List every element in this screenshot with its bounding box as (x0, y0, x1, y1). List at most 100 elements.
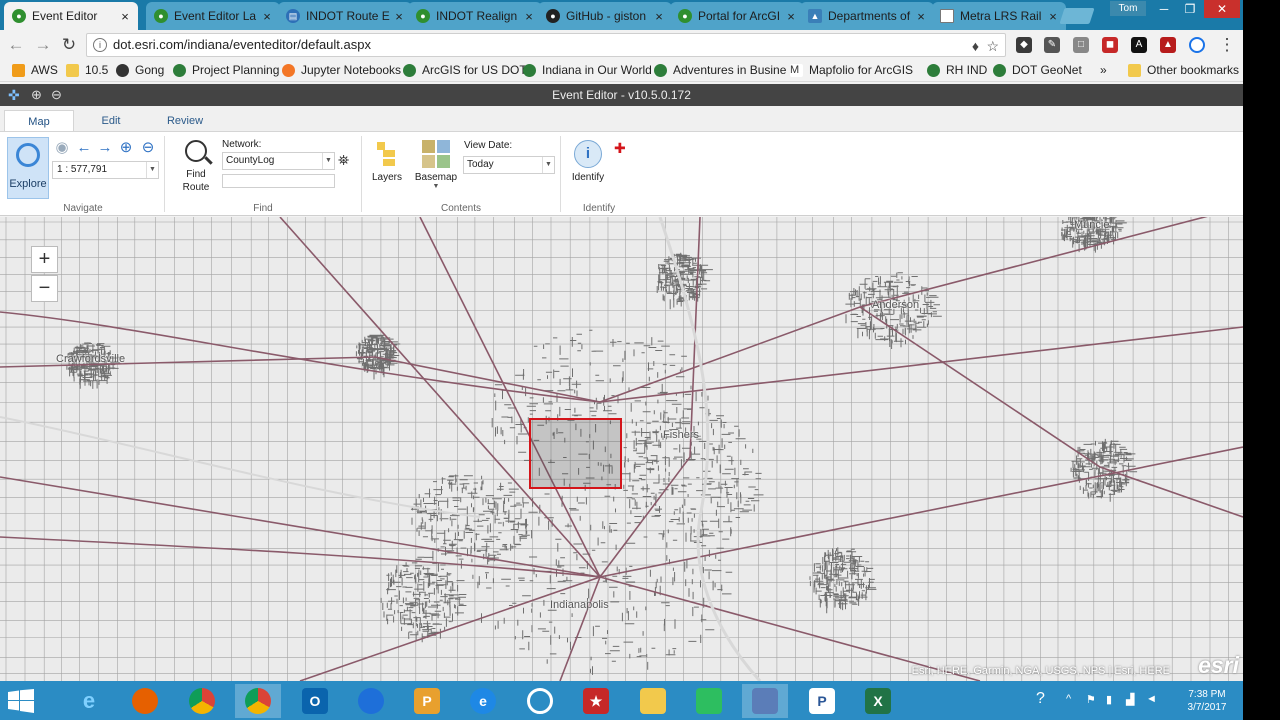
map-view[interactable]: + − Crawfordsville Muncie Anderson Fishe… (0, 217, 1243, 681)
selection-rectangle[interactable] (529, 418, 622, 489)
taskbar-app-pin[interactable]: ★ (573, 684, 619, 718)
tab-metra-lrs[interactable]: Metra LRS Rail × (932, 2, 1066, 30)
taskbar-app-network[interactable] (742, 684, 788, 718)
taskbar-app-search[interactable] (517, 684, 563, 718)
explore-button[interactable]: Explore (7, 137, 49, 199)
taskbar-app-explorer[interactable] (630, 684, 676, 718)
tab-edit[interactable]: Edit (78, 110, 144, 132)
bookmark-dot-geonet[interactable]: DOT GeoNet (993, 63, 1082, 77)
bookmark-gong[interactable]: Gong (116, 63, 164, 77)
tab-close-icon[interactable]: × (522, 9, 536, 24)
flag-icon[interactable]: ⚑ (1086, 693, 1096, 706)
tab-map[interactable]: Map (4, 110, 74, 132)
taskbar-app-publisher[interactable]: P (799, 684, 845, 718)
taskbar-app-ie[interactable]: e (66, 684, 112, 718)
basemap-button[interactable]: Basemap ▼ (413, 140, 459, 190)
zoom-out-icon[interactable]: ⊖ (51, 87, 62, 103)
view-date-select[interactable]: Today ▼ (463, 156, 555, 174)
bookmark-10-5[interactable]: 10.5 (66, 63, 108, 77)
tab-portal[interactable]: ● Portal for ArcGI × (670, 2, 804, 30)
taskbar-app-evernote[interactable] (686, 684, 732, 718)
globe-icon[interactable]: ◉ (54, 140, 70, 156)
tab-indot-realign[interactable]: ● INDOT Realign × (408, 2, 542, 30)
bookmarks-overflow[interactable]: » (1100, 63, 1107, 77)
tab-departments[interactable]: ▲ Departments of × (800, 2, 934, 30)
pdf-icon[interactable]: ▲ (1160, 37, 1176, 53)
profile-button[interactable]: Tom (1110, 1, 1146, 16)
pin-icon[interactable]: ✚ (614, 140, 626, 157)
chevron-down-icon: ▼ (432, 183, 440, 190)
tab-event-editor-la[interactable]: ● Event Editor La × (146, 2, 280, 30)
battery-icon[interactable]: ▮ (1106, 693, 1112, 706)
zoom-out-icon[interactable]: ⊖ (140, 140, 156, 156)
taskbar-app-excel[interactable]: X (855, 684, 901, 718)
bookmark-other[interactable]: Other bookmarks (1128, 63, 1239, 77)
taskbar-app-chrome[interactable] (179, 684, 225, 718)
bookmark-label: Jupyter Notebooks (301, 63, 402, 77)
bookmark-adventures[interactable]: Adventures in Busine (654, 63, 786, 77)
tab-close-icon[interactable]: × (652, 9, 666, 24)
help-icon[interactable]: ? (1036, 690, 1045, 708)
tab-close-icon[interactable]: × (118, 9, 132, 24)
network-signal-icon[interactable]: ▟ (1126, 693, 1134, 706)
bookmark-star-icon[interactable]: ☆ (986, 35, 999, 57)
bookmark-project-planning[interactable]: Project Planning (173, 63, 279, 77)
extension-icon[interactable]: □ (1073, 37, 1089, 53)
tab-review[interactable]: Review (150, 110, 220, 132)
bookmark-aws[interactable]: AWS (12, 63, 58, 77)
tab-event-editor[interactable]: ● Event Editor × (4, 2, 138, 30)
zoom-in-icon[interactable]: ⊕ (118, 140, 134, 156)
eyedropper-icon[interactable]: ✎ (1044, 37, 1060, 53)
maximize-button[interactable]: ❐ (1176, 0, 1204, 18)
tab-close-icon[interactable]: × (392, 9, 406, 24)
windows-start-button[interactable] (8, 689, 34, 713)
extension-icon[interactable]: ◼ (1102, 37, 1118, 53)
network-select[interactable]: CountyLog ▼ (222, 152, 335, 170)
chrome-menu-icon[interactable]: ⋮ (1217, 35, 1237, 55)
tab-close-icon[interactable]: × (1046, 9, 1060, 24)
minimize-button[interactable]: ─ (1150, 0, 1178, 18)
previous-extent-icon[interactable]: ← (76, 140, 92, 156)
binoculars-icon[interactable]: ⛯ (338, 152, 349, 169)
map-zoom-out-button[interactable]: − (31, 275, 58, 302)
extension-icon[interactable]: ◆ (1016, 37, 1032, 53)
find-route-button[interactable]: Find Route (176, 140, 216, 194)
tab-indot-route[interactable]: ▤ INDOT Route E × (278, 2, 412, 30)
system-clock[interactable]: 7:38 PM 3/7/2017 (1178, 688, 1236, 714)
tab-github[interactable]: ● GitHub - giston × (538, 2, 672, 30)
close-window-button[interactable]: ✕ (1204, 0, 1240, 18)
reload-button[interactable]: ↻ (59, 35, 79, 55)
back-button[interactable]: ← (6, 35, 26, 55)
identify-button[interactable]: i Identify (568, 140, 608, 183)
location-pin-icon[interactable]: ♦ (972, 35, 979, 57)
extension-icon[interactable]: A (1131, 37, 1147, 53)
new-tab-button[interactable] (1059, 8, 1095, 24)
tab-close-icon[interactable]: × (914, 9, 928, 24)
next-extent-icon[interactable]: → (97, 140, 113, 156)
bookmark-mapfolio[interactable]: M Mapfolio for ArcGIS (790, 63, 913, 77)
taskbar-app-powerpoint[interactable]: P (404, 684, 450, 718)
tray-chevron-icon[interactable]: ^ (1066, 693, 1071, 705)
globe-icon (927, 63, 940, 77)
scale-select[interactable]: 1 : 577,791 ▼ (52, 161, 159, 179)
bookmark-arcgis-dot[interactable]: ArcGIS for US DOT (403, 63, 527, 77)
info-icon[interactable]: i (93, 38, 107, 52)
tab-close-icon[interactable]: × (784, 9, 798, 24)
extension-icon[interactable] (1189, 37, 1205, 53)
volume-icon[interactable]: ◄ (1146, 693, 1157, 705)
taskbar-app-firefox[interactable] (122, 684, 168, 718)
map-zoom-in-button[interactable]: + (31, 246, 58, 273)
forward-button[interactable]: → (33, 35, 53, 55)
taskbar-app-ie2[interactable]: e (460, 684, 506, 718)
taskbar-app-outlook[interactable]: O (292, 684, 338, 718)
bookmark-rh-ind[interactable]: RH IND (927, 63, 987, 77)
taskbar-app-globe[interactable] (348, 684, 394, 718)
layers-button[interactable]: Layers (369, 140, 405, 183)
address-bar[interactable]: i dot.esri.com/indiana/eventeditor/defau… (86, 33, 1006, 57)
route-input[interactable] (222, 174, 335, 188)
taskbar-app-chrome-active[interactable] (235, 684, 281, 718)
zoom-in-icon[interactable]: ⊕ (31, 87, 42, 103)
tab-close-icon[interactable]: × (260, 9, 274, 24)
bookmark-indiana-world[interactable]: Indiana in Our World (523, 63, 652, 77)
bookmark-jupyter[interactable]: Jupyter Notebooks (282, 63, 401, 77)
